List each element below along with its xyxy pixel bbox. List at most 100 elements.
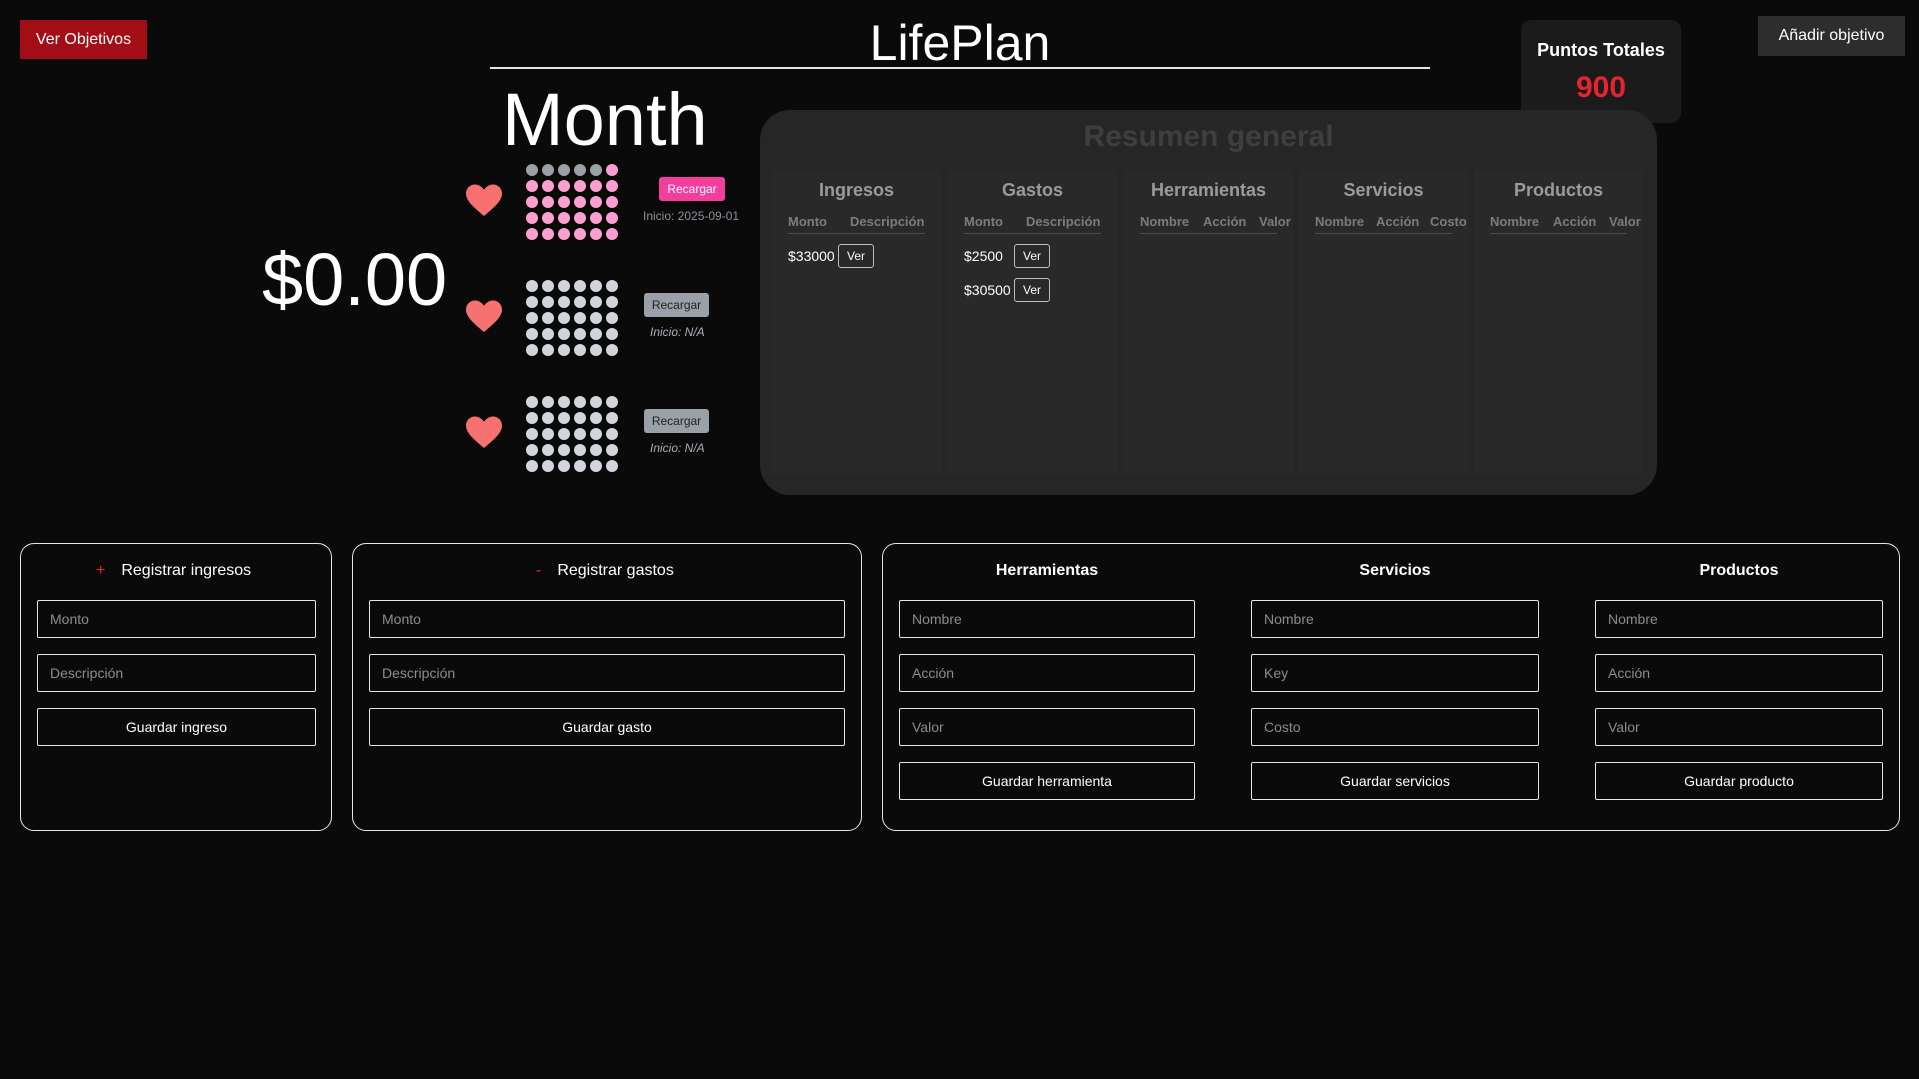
resumen-gastos-header: Monto Descripción	[964, 214, 1101, 234]
ver-button[interactable]: Ver	[838, 244, 874, 268]
life-dot	[574, 412, 586, 424]
life-dot	[574, 196, 586, 208]
life-dot	[590, 196, 602, 208]
life-dot	[574, 296, 586, 308]
life-dot	[558, 312, 570, 324]
life-dot	[590, 180, 602, 192]
guardar-producto-button[interactable]: Guardar producto	[1595, 762, 1883, 800]
resumen-servicios-title: Servicios	[1343, 180, 1424, 200]
life-dot	[558, 180, 570, 192]
heart-icon	[466, 184, 502, 216]
life-dot	[542, 460, 554, 472]
herramienta-nombre-input[interactable]	[899, 600, 1195, 638]
col-valor: Valor	[1609, 214, 1641, 229]
life-dot	[526, 328, 538, 340]
producto-valor-input[interactable]	[1595, 708, 1883, 746]
life-dot	[606, 228, 618, 240]
guardar-gasto-button[interactable]: Guardar gasto	[369, 708, 845, 746]
ingreso-descripcion-input[interactable]	[37, 654, 316, 692]
registrar-ingresos-label: Registrar ingresos	[121, 562, 252, 579]
life-dot	[606, 212, 618, 224]
gasto-monto-input[interactable]	[369, 600, 845, 638]
row-monto: $33000	[788, 248, 835, 264]
life-dot	[574, 228, 586, 240]
heart-icon	[466, 416, 502, 448]
life-dot	[542, 328, 554, 340]
month-title: Month	[502, 78, 708, 161]
registrar-ingresos-title: + Registrar ingresos	[96, 562, 251, 580]
life-dot	[542, 212, 554, 224]
resumen-ingresos-header: Monto Descripción	[788, 214, 925, 234]
registrar-gastos-label: Registrar gastos	[557, 562, 674, 579]
life-dot	[542, 396, 554, 408]
life-dot	[606, 460, 618, 472]
life-dot	[574, 428, 586, 440]
life-dot	[526, 180, 538, 192]
servicio-nombre-input[interactable]	[1251, 600, 1539, 638]
life-dot	[558, 280, 570, 292]
life-dot	[542, 412, 554, 424]
producto-accion-input[interactable]	[1595, 654, 1883, 692]
herramienta-accion-input[interactable]	[899, 654, 1195, 692]
recargar-button-2[interactable]: Recargar	[644, 293, 709, 317]
col-nombre: Nombre	[1140, 214, 1190, 229]
producto-nombre-input[interactable]	[1595, 600, 1883, 638]
ingreso-monto-input[interactable]	[37, 600, 316, 638]
ver-button[interactable]: Ver	[1014, 278, 1050, 302]
resumen-productos-column: Productos Nombre Acción Valor	[1474, 170, 1643, 475]
resumen-title: Resumen general	[1083, 120, 1334, 153]
life-dot	[526, 280, 538, 292]
life-dot	[590, 412, 602, 424]
gasto-descripcion-input[interactable]	[369, 654, 845, 692]
life-dot	[606, 344, 618, 356]
life-dot	[574, 212, 586, 224]
life-dot	[606, 312, 618, 324]
herramienta-valor-input[interactable]	[899, 708, 1195, 746]
life-dot	[542, 444, 554, 456]
lives-dot-grid-2	[526, 280, 622, 356]
points-value: 900	[1575, 71, 1627, 104]
servicio-key-input[interactable]	[1251, 654, 1539, 692]
life-dot	[574, 444, 586, 456]
resumen-ingresos-title: Ingresos	[818, 180, 895, 200]
life-dot	[558, 296, 570, 308]
minus-icon: -	[536, 562, 542, 579]
life-dot	[526, 196, 538, 208]
life-dot	[590, 296, 602, 308]
life-dot	[558, 196, 570, 208]
life-dot	[606, 164, 618, 176]
anadir-objetivo-button[interactable]: Añadir objetivo	[1758, 16, 1905, 56]
row-monto: $2500	[964, 248, 1003, 264]
servicio-costo-input[interactable]	[1251, 708, 1539, 746]
ver-button[interactable]: Ver	[1014, 244, 1050, 268]
life-dot	[542, 164, 554, 176]
resumen-herramientas-title: Herramientas	[1150, 180, 1267, 200]
col-accion: Acción	[1553, 214, 1597, 229]
life-dot	[526, 396, 538, 408]
guardar-herramienta-button[interactable]: Guardar herramienta	[899, 762, 1195, 800]
ver-objetivos-button[interactable]: Ver Objetivos	[20, 20, 147, 59]
table-row: $30500	[964, 282, 1011, 298]
guardar-ingreso-button[interactable]: Guardar ingreso	[37, 708, 316, 746]
life-dot	[558, 228, 570, 240]
life-dot	[542, 428, 554, 440]
life-dot	[558, 428, 570, 440]
life-dot	[558, 328, 570, 340]
heart-icon	[466, 300, 502, 332]
guardar-servicios-button[interactable]: Guardar servicios	[1251, 762, 1539, 800]
lives-dot-grid-1	[526, 164, 622, 240]
life-dot	[590, 344, 602, 356]
resumen-ingresos-column: Ingresos Monto Descripción $33000 Ver	[772, 170, 941, 475]
life-dot	[558, 444, 570, 456]
recargar-button-1[interactable]: Recargar	[659, 177, 725, 201]
resumen-general-panel: Resumen general Ingresos Monto Descripci…	[760, 110, 1657, 495]
life-dot	[558, 164, 570, 176]
row-monto: $30500	[964, 282, 1011, 298]
registrar-ingresos-card: + Registrar ingresos Guardar ingreso	[20, 543, 332, 831]
life-dot	[542, 228, 554, 240]
life-dot	[590, 228, 602, 240]
life-dot	[542, 344, 554, 356]
life-dot	[606, 444, 618, 456]
recargar-button-3[interactable]: Recargar	[644, 409, 709, 433]
life-dot	[542, 312, 554, 324]
